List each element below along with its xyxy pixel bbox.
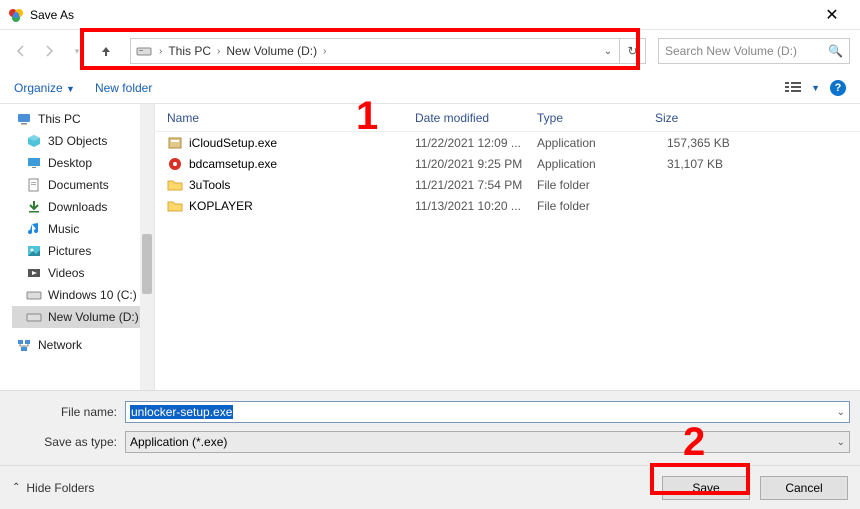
app-icon: [8, 7, 24, 23]
chevron-down-icon: ▼: [811, 83, 820, 93]
sidebar-item-pictures[interactable]: Pictures: [12, 240, 154, 262]
file-date: 11/21/2021 7:54 PM: [415, 178, 537, 192]
column-name[interactable]: Name: [155, 111, 415, 125]
pc-icon: [16, 111, 32, 127]
save-type-label: Save as type:: [10, 435, 125, 449]
chevron-right-icon[interactable]: ›: [215, 46, 222, 57]
pictures-icon: [26, 243, 42, 259]
table-row[interactable]: KOPLAYER 11/13/2021 10:20 ...File folder: [155, 195, 860, 216]
sidebar-scrollbar[interactable]: [140, 104, 154, 390]
column-headers: Name Date modified Type Size: [155, 104, 860, 132]
file-date: 11/22/2021 12:09 ...: [415, 136, 537, 150]
sidebar-item-drive-d[interactable]: New Volume (D:): [12, 306, 154, 328]
footer: ⌃ Hide Folders Save Cancel: [0, 465, 860, 509]
sidebar-item-downloads[interactable]: Downloads: [12, 196, 154, 218]
save-type-select[interactable]: Application (*.exe) ⌄: [125, 431, 850, 453]
sidebar-item-this-pc[interactable]: This PC: [12, 108, 154, 130]
file-icon: [167, 198, 183, 214]
search-placeholder: Search New Volume (D:): [665, 44, 797, 58]
chevron-down-icon[interactable]: ⌄: [837, 407, 845, 418]
main-area: This PC 3D Objects Desktop Documents Dow…: [0, 104, 860, 390]
3d-icon: [26, 133, 42, 149]
up-icon[interactable]: [94, 40, 118, 62]
sidebar-item-videos[interactable]: Videos: [12, 262, 154, 284]
music-icon: [26, 221, 42, 237]
sidebar-item-network[interactable]: Network: [12, 334, 154, 356]
file-type: File folder: [537, 199, 655, 213]
organize-button[interactable]: Organize ▼: [14, 81, 75, 95]
hide-folders-button[interactable]: ⌃ Hide Folders: [12, 481, 94, 495]
file-icon: [167, 156, 183, 172]
cancel-button[interactable]: Cancel: [760, 476, 848, 500]
forward-icon[interactable]: [38, 40, 60, 62]
file-type: Application: [537, 157, 655, 171]
file-name: 3uTools: [189, 178, 230, 192]
chevron-right-icon[interactable]: ›: [321, 46, 328, 57]
breadcrumb-folder[interactable]: New Volume (D:): [222, 44, 321, 58]
column-type[interactable]: Type: [537, 111, 655, 125]
sidebar: This PC 3D Objects Desktop Documents Dow…: [0, 104, 155, 390]
chevron-up-icon: ⌃: [12, 482, 20, 493]
save-button[interactable]: Save: [662, 476, 750, 500]
table-row[interactable]: 3uTools 11/21/2021 7:54 PMFile folder: [155, 174, 860, 195]
sidebar-item-documents[interactable]: Documents: [12, 174, 154, 196]
desktop-icon: [26, 155, 42, 171]
file-size: 31,107 KB: [655, 157, 860, 171]
videos-icon: [26, 265, 42, 281]
file-icon: [167, 177, 183, 193]
drive-icon: [26, 287, 42, 303]
documents-icon: [26, 177, 42, 193]
sidebar-item-desktop[interactable]: Desktop: [12, 152, 154, 174]
downloads-icon: [26, 199, 42, 215]
sidebar-item-3d-objects[interactable]: 3D Objects: [12, 130, 154, 152]
file-icon: [167, 135, 183, 151]
column-date[interactable]: Date modified: [415, 111, 537, 125]
column-size[interactable]: Size: [655, 111, 860, 125]
new-folder-button[interactable]: New folder: [95, 81, 152, 95]
help-icon[interactable]: ?: [830, 80, 846, 96]
file-date: 11/13/2021 10:20 ...: [415, 199, 537, 213]
file-date: 11/20/2021 9:25 PM: [415, 157, 537, 171]
file-pane: Name Date modified Type Size iCloudSetup…: [155, 104, 860, 390]
file-type: File folder: [537, 178, 655, 192]
network-icon: [16, 337, 32, 353]
sidebar-item-music[interactable]: Music: [12, 218, 154, 240]
nav-bar: ▾ › This PC › New Volume (D:) › ⌄ ↻ Sear…: [0, 30, 860, 72]
sidebar-item-drive-c[interactable]: Windows 10 (C:): [12, 284, 154, 306]
breadcrumb-root[interactable]: This PC: [164, 44, 215, 58]
address-dropdown-icon[interactable]: ⌄: [597, 46, 619, 57]
file-name: iCloudSetup.exe: [189, 136, 277, 150]
file-name: bdcamsetup.exe: [189, 157, 277, 171]
file-name-label: File name:: [10, 405, 125, 419]
chevron-down-icon[interactable]: ⌄: [837, 437, 845, 448]
chevron-down-icon: ▼: [66, 84, 75, 94]
back-icon[interactable]: [10, 40, 32, 62]
table-row[interactable]: iCloudSetup.exe 11/22/2021 12:09 ...Appli…: [155, 132, 860, 153]
recent-dropdown-icon[interactable]: ▾: [66, 40, 88, 62]
search-icon: 🔍: [828, 44, 843, 58]
address-bar[interactable]: › This PC › New Volume (D:) › ⌄ ↻: [130, 38, 646, 64]
chevron-right-icon[interactable]: ›: [157, 46, 164, 57]
window-title: Save As: [30, 8, 812, 22]
table-row[interactable]: bdcamsetup.exe 11/20/2021 9:25 PMApplicat…: [155, 153, 860, 174]
form-area: File name: unlocker-setup.exe ⌄ Save as …: [0, 390, 860, 465]
drive-icon: [135, 44, 153, 58]
drive-icon: [26, 309, 42, 325]
file-size: 157,365 KB: [655, 136, 860, 150]
toolbar: Organize ▼ New folder ▼ ?: [0, 72, 860, 104]
view-options-button[interactable]: ▼: [785, 81, 820, 95]
file-name-input[interactable]: unlocker-setup.exe ⌄: [125, 401, 850, 423]
close-icon[interactable]: ✕: [812, 5, 852, 25]
search-input[interactable]: Search New Volume (D:) 🔍: [658, 38, 850, 64]
refresh-icon[interactable]: ↻: [619, 39, 645, 63]
title-bar: Save As ✕: [0, 0, 860, 30]
file-name: KOPLAYER: [189, 199, 253, 213]
file-type: Application: [537, 136, 655, 150]
